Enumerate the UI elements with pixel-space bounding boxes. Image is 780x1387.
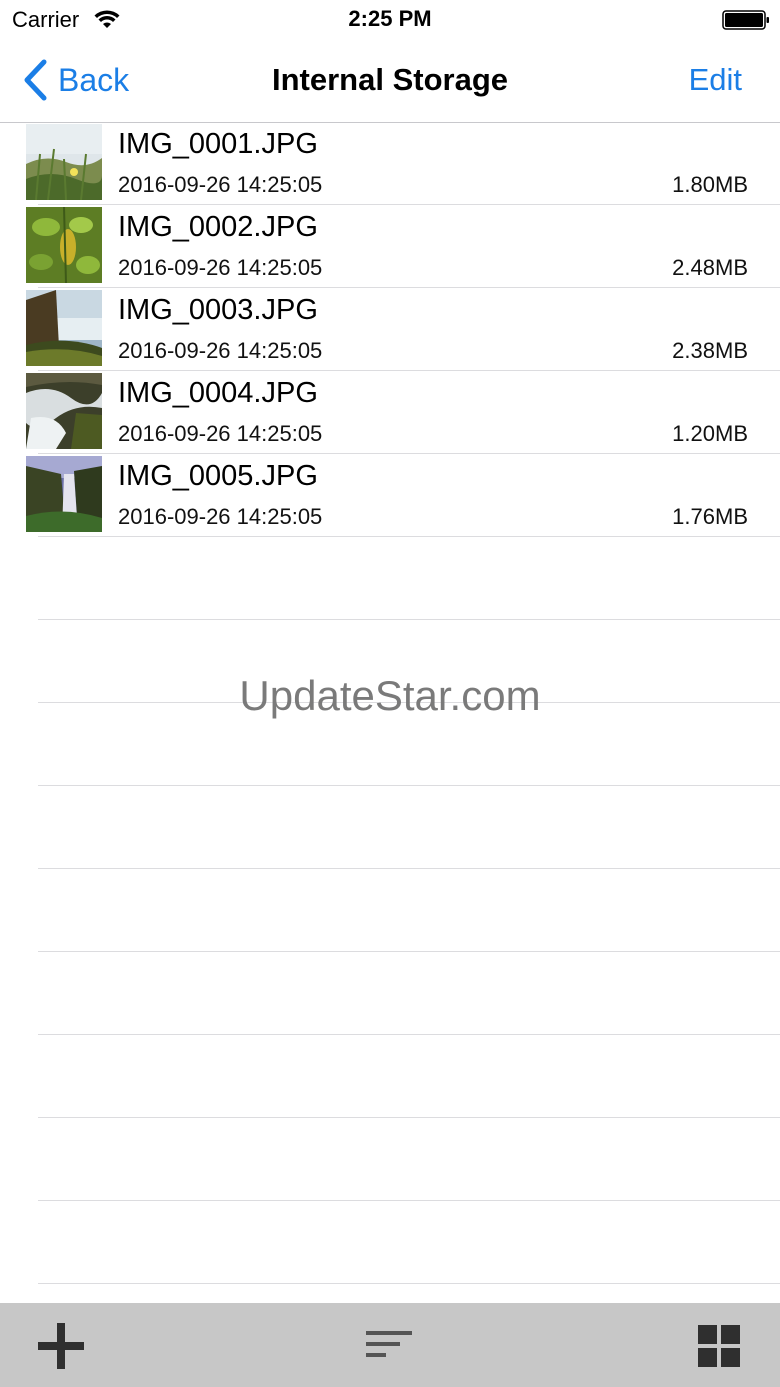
- empty-row: [0, 1035, 780, 1118]
- file-date: 2016-09-26 14:25:05: [118, 338, 323, 363]
- photo-thumbnail: [26, 456, 102, 532]
- file-name: IMG_0004.JPG: [118, 377, 318, 409]
- bottom-toolbar: [0, 1303, 780, 1387]
- file-row[interactable]: IMG_0002.JPG 2016-09-26 14:25:05 2.48MB: [0, 205, 780, 288]
- empty-row: [0, 1118, 780, 1201]
- file-row[interactable]: IMG_0005.JPG 2016-09-26 14:25:05 1.76MB: [0, 454, 780, 537]
- file-size: 2.48MB: [672, 255, 748, 280]
- file-name: IMG_0002.JPG: [118, 211, 318, 243]
- empty-row: [0, 786, 780, 869]
- file-size: 2.38MB: [672, 338, 748, 363]
- watermark: UpdateStar.com: [239, 672, 541, 719]
- file-row[interactable]: IMG_0004.JPG 2016-09-26 14:25:05 1.20MB: [0, 371, 780, 454]
- photo-thumbnail: [26, 290, 102, 366]
- edit-button[interactable]: Edit: [689, 62, 742, 98]
- clock: 2:25 PM: [348, 6, 432, 31]
- photo-thumbnail: [26, 207, 102, 283]
- file-name: IMG_0003.JPG: [118, 294, 318, 326]
- plus-icon: [38, 1323, 84, 1369]
- status-bar: Carrier 2:25 PM: [0, 0, 780, 40]
- file-name: IMG_0001.JPG: [118, 128, 318, 160]
- empty-row: [0, 537, 780, 620]
- file-date: 2016-09-26 14:25:05: [118, 504, 323, 529]
- battery-icon: [722, 10, 770, 30]
- file-date: 2016-09-26 14:25:05: [118, 172, 323, 197]
- sort-icon: [366, 1331, 412, 1357]
- file-size: 1.76MB: [672, 504, 748, 529]
- file-size: 1.80MB: [672, 172, 748, 197]
- page-title: Internal Storage: [272, 62, 508, 97]
- file-row[interactable]: IMG_0001.JPG 2016-09-26 14:25:05 1.80MB: [0, 122, 780, 205]
- file-date: 2016-09-26 14:25:05: [118, 255, 323, 280]
- photo-thumbnail: [26, 124, 102, 200]
- navigation-bar: Back Internal Storage Edit: [0, 40, 780, 123]
- empty-row: [0, 952, 780, 1035]
- add-button[interactable]: [36, 1321, 86, 1371]
- empty-row: [0, 869, 780, 952]
- empty-row: [0, 1201, 780, 1284]
- file-name: IMG_0005.JPG: [118, 460, 318, 492]
- sort-button[interactable]: [364, 1321, 414, 1371]
- grid-view-button[interactable]: [694, 1321, 744, 1371]
- file-size: 1.20MB: [672, 421, 748, 446]
- file-row[interactable]: IMG_0003.JPG 2016-09-26 14:25:05 2.38MB: [0, 288, 780, 371]
- grid-icon: [698, 1325, 740, 1367]
- file-date: 2016-09-26 14:25:05: [118, 421, 323, 446]
- photo-thumbnail: [26, 373, 102, 449]
